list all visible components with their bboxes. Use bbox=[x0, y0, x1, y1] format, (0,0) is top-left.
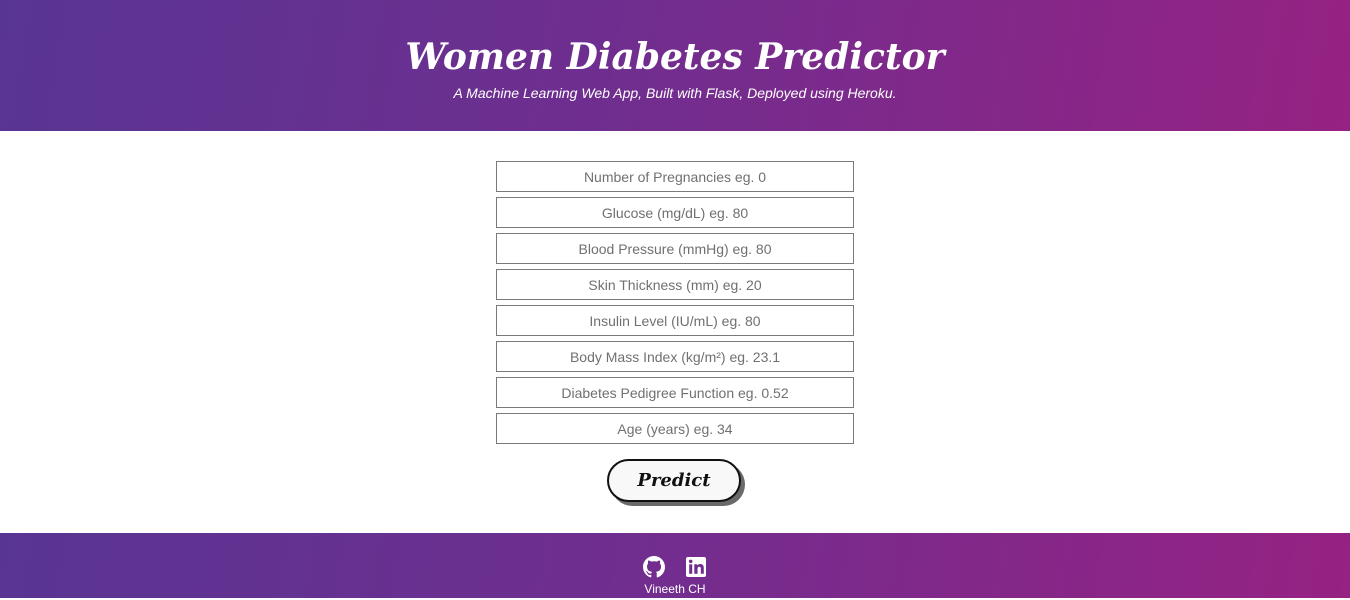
author-name: Vineeth CH bbox=[644, 582, 706, 596]
pedigree-function-input[interactable] bbox=[496, 377, 854, 408]
predict-button[interactable]: Predict bbox=[607, 459, 741, 502]
page-footer: Vineeth CH bbox=[0, 533, 1350, 598]
github-link[interactable] bbox=[642, 556, 665, 578]
pregnancies-input[interactable] bbox=[496, 161, 854, 192]
prediction-form bbox=[496, 161, 854, 449]
page-title: Women Diabetes Predictor bbox=[405, 36, 945, 78]
insulin-input[interactable] bbox=[496, 305, 854, 336]
github-icon bbox=[642, 556, 665, 578]
linkedin-link[interactable] bbox=[685, 556, 707, 578]
linkedin-icon bbox=[686, 557, 707, 577]
glucose-input[interactable] bbox=[496, 197, 854, 228]
page-subtitle: A Machine Learning Web App, Built with F… bbox=[453, 85, 897, 101]
bmi-input[interactable] bbox=[496, 341, 854, 372]
page-header: Women Diabetes Predictor A Machine Learn… bbox=[0, 0, 1350, 131]
social-links bbox=[0, 556, 1350, 578]
skin-thickness-input[interactable] bbox=[496, 269, 854, 300]
age-input[interactable] bbox=[496, 413, 854, 444]
blood-pressure-input[interactable] bbox=[496, 233, 854, 264]
